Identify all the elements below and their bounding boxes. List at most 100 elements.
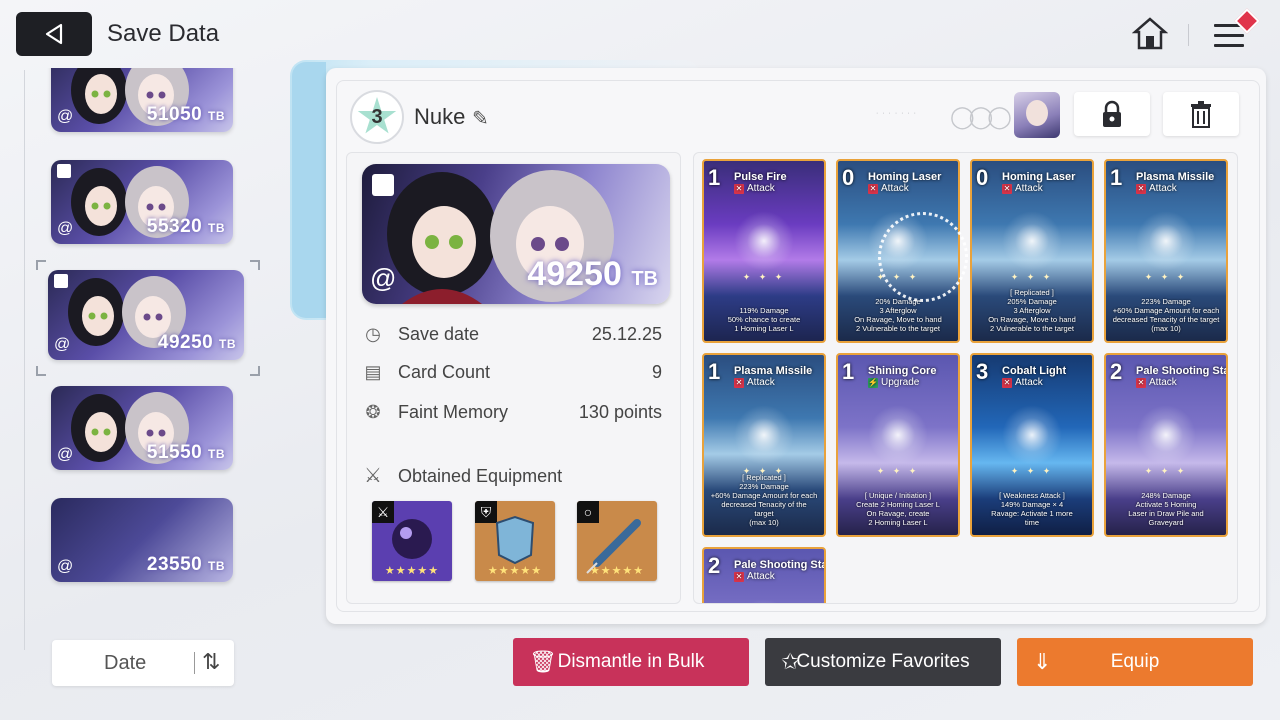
lock-button[interactable] [1074, 92, 1150, 136]
menu-icon-bar [1214, 44, 1244, 47]
edit-name-icon[interactable]: ✎ [472, 106, 489, 131]
skill-card[interactable]: 1 Shining CoreUpgrade ✦ ✦ ✦ [ Unique / Init… [836, 353, 960, 537]
deck-cards-panel[interactable]: 1Pulse FireAttack✦ ✦ ✦119% Damage 50% ch… [693, 152, 1238, 604]
page-title: Save Data [107, 20, 220, 47]
tb-value: 23550 [146, 554, 203, 575]
equipment-icon: ⚔ [364, 465, 382, 487]
tb-value: 49250 [527, 255, 622, 293]
back-button[interactable] [16, 12, 92, 56]
save-list[interactable]: @51050 TB @55320 TB @49250 TB @51550 TB @235… [40, 68, 270, 636]
card-art [1002, 405, 1062, 465]
level-badge: 3 [350, 90, 404, 144]
tb-unit: TB [208, 447, 225, 461]
detail-row-save-date: ◷ Save date 25.12.25 [362, 322, 662, 348]
card-name: Pulse Fire [734, 171, 787, 183]
card-description: 20% Damage 3 Afterglow On Ravage, Move t… [854, 297, 942, 333]
card-cost: 1 [708, 359, 721, 384]
card-art [734, 599, 794, 603]
total-battle-score: 49250 TB [527, 255, 658, 294]
card-name: Pale Shooting Star [734, 559, 826, 571]
equip-button[interactable]: ⇓ Equip [1017, 638, 1253, 686]
spiral-icon: @ [370, 263, 397, 293]
card-art [734, 211, 794, 271]
save-slot-item[interactable]: @23550 TB [51, 498, 233, 582]
detail-label: Save date [398, 324, 480, 344]
tb-unit: TB [219, 337, 236, 351]
button-label: Customize Favorites [796, 651, 970, 672]
card-cost: 1 [1110, 165, 1123, 190]
card-description: 119% Damage 50% chance to create 1 Homin… [727, 306, 801, 333]
touch-indicator [878, 212, 968, 302]
home-button[interactable] [1130, 14, 1170, 54]
equipment-item-weapon[interactable]: ⚔ ★★★★★ [372, 501, 452, 581]
skill-card[interactable]: 1 Pulse FireAttack ✦ ✦ ✦ 119% Damage 50% ch… [702, 159, 826, 343]
spiral-icon: @ [54, 336, 71, 353]
card-cost: 0 [976, 165, 989, 190]
dismantle-bulk-button[interactable]: 🗑 Dismantle in Bulk [513, 638, 749, 686]
card-type: Attack [734, 571, 775, 582]
card-type: Attack [868, 183, 909, 194]
topbar-divider [1188, 24, 1189, 46]
sort-label: Date [104, 652, 147, 674]
save-slot-item[interactable]: @55320 TB [51, 160, 233, 244]
card-cost: 3 [976, 359, 989, 384]
card-description: 248% Damage Activate 5 Homing Laser in D… [1128, 491, 1204, 527]
card-description: [ Replicated ] 223% Damage +60% Damage A… [710, 473, 818, 527]
card-cost: 1 [708, 165, 721, 190]
rarity-stars: ★★★★★ [589, 565, 645, 577]
card-type: Attack [1136, 377, 1177, 388]
notification-badge [1234, 8, 1260, 34]
timeline-line [24, 70, 25, 650]
home-icon [1132, 17, 1168, 50]
detail-value: 9 [651, 362, 662, 382]
card-description: 223% Damage +60% Damage Amount for each … [1112, 297, 1220, 333]
save-slot-item[interactable]: @49250 TB [48, 270, 244, 360]
card-name: Cobalt Light [1002, 365, 1067, 377]
detail-label: Card Count [398, 362, 491, 382]
card-name: Pale Shooting Star [1136, 365, 1228, 377]
sort-order-icon[interactable]: ⇅ [202, 649, 220, 675]
skill-card[interactable]: 2 Pale Shooting StarAttack ✦ ✦ ✦ 248% Damag… [1104, 353, 1228, 537]
rarity-stars: ★★★★★ [487, 565, 543, 577]
character-avatar[interactable] [1014, 92, 1060, 138]
detail-row-faint-memory: ❂ Faint Memory 130 points [362, 400, 662, 426]
spiral-icon: @ [57, 446, 74, 463]
menu-icon-bar [1214, 34, 1244, 37]
equipment-item-armor[interactable]: ⛨ ★★★★★ [475, 501, 555, 581]
sort-control[interactable]: Date ⇅ [52, 640, 234, 686]
level-number: 3 [371, 105, 383, 128]
card-cost: 0 [842, 165, 855, 190]
delete-button[interactable] [1163, 92, 1239, 136]
skill-card[interactable]: 0 Homing LaserAttack ✦ ✦ ✦ [ Replicated ] 2… [970, 159, 1094, 343]
brain-icon: ❂ [365, 402, 381, 422]
equipment-item-accessory[interactable]: ○ ★★★★★ [577, 501, 657, 581]
card-cost: 1 [842, 359, 855, 384]
spiral-icon: @ [57, 220, 74, 237]
decorative-text: · · · · · · · [876, 110, 917, 117]
save-tb: 55320 TB [147, 216, 225, 238]
card-cost: 2 [708, 553, 721, 578]
skill-card[interactable]: 1 Plasma MissileAttack ✦ ✦ ✦ 223% Damage +6… [1104, 159, 1228, 343]
card-type: Attack [734, 183, 775, 194]
sparkle-decoration: ✦ ✦ ✦ [1144, 272, 1188, 282]
save-name: Nuke [414, 104, 466, 129]
skill-card[interactable]: 2 Pale Shooting StarAttack [702, 547, 826, 603]
menu-button[interactable] [1206, 8, 1260, 56]
skill-card[interactable]: 1Plasma MissileAttack✦ ✦ ✦[ Replicated ]… [702, 353, 826, 537]
spiral-icon: @ [57, 108, 74, 125]
save-tb: 51550 TB [147, 442, 225, 464]
tb-value: 51050 [146, 104, 203, 125]
spiral-icon: @ [57, 558, 74, 575]
detail-value: 130 points [578, 402, 662, 422]
sparkle-decoration: ✦ ✦ ✦ [876, 466, 920, 476]
card-art [734, 405, 794, 465]
avatar-face [1026, 100, 1048, 126]
skill-card[interactable]: 3 Cobalt LightAttack ✦ ✦ ✦ [ Weakness Attac… [970, 353, 1094, 537]
save-slot-item[interactable]: @51050 TB [51, 68, 233, 132]
card-description: [ Weakness Attack ] 149% Damage × 4 Rava… [991, 491, 1073, 527]
customize-favorites-button[interactable]: ✩ Customize Favorites [765, 638, 1001, 686]
back-arrow-icon [45, 23, 63, 45]
save-slot-item[interactable]: @51550 TB [51, 386, 233, 470]
lock-icon [1103, 100, 1121, 127]
rarity-stars: ★★★★★ [384, 565, 440, 577]
